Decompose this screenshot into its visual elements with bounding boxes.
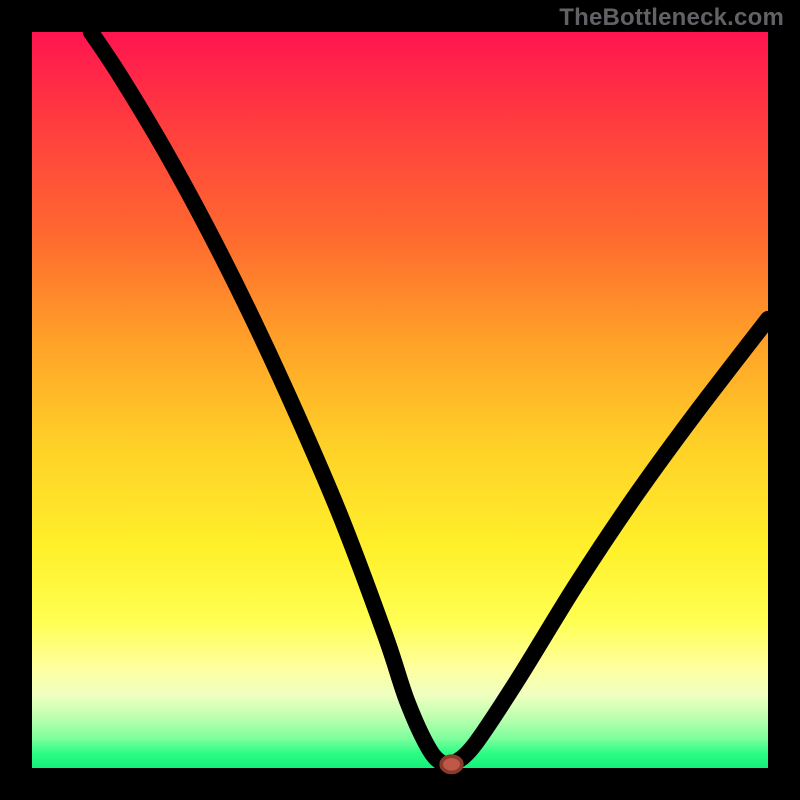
chart-svg [32, 32, 768, 768]
chart-frame: TheBottleneck.com [0, 0, 800, 800]
minimum-marker [441, 756, 462, 772]
plot-area [32, 32, 768, 768]
bottleneck-curve [91, 32, 768, 766]
watermark-text: TheBottleneck.com [559, 4, 784, 32]
